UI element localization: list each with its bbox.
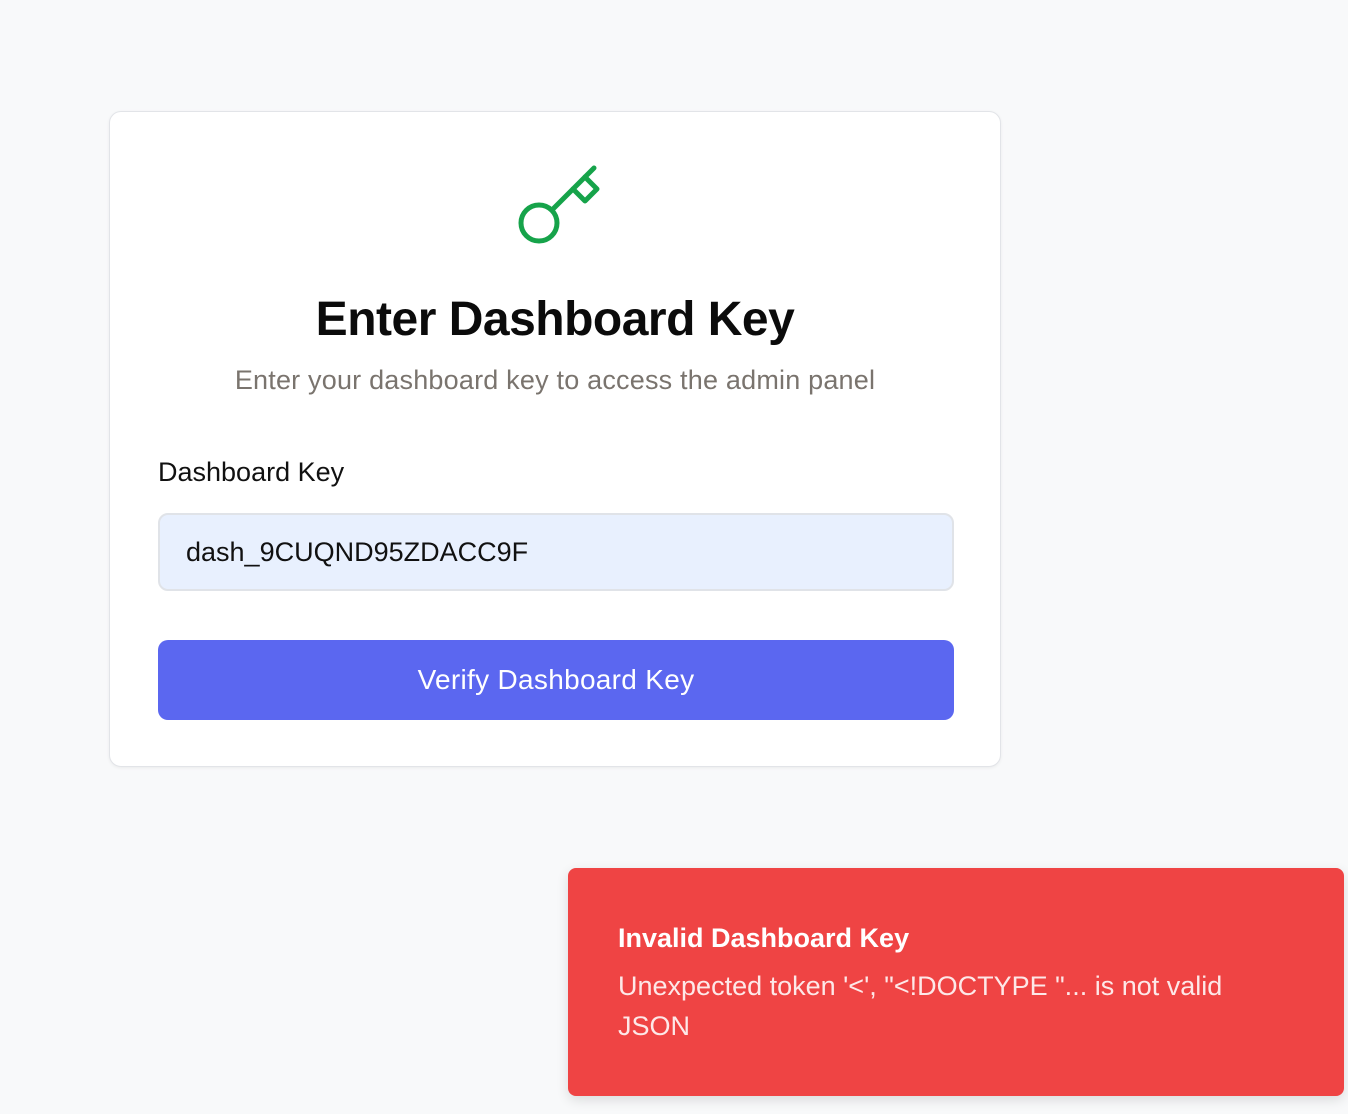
verify-button[interactable]: Verify Dashboard Key — [158, 640, 954, 720]
toast-title: Invalid Dashboard Key — [618, 923, 910, 953]
dashboard-key-input[interactable] — [158, 513, 954, 591]
key-icon — [518, 165, 600, 244]
dashboard-key-label: Dashboard Key — [158, 457, 345, 487]
login-card: Enter Dashboard Key Enter your dashboard… — [109, 111, 1001, 767]
page-subtitle: Enter your dashboard key to access the a… — [234, 365, 876, 395]
error-toast[interactable]: Invalid Dashboard Key Unexpected token '… — [568, 868, 1344, 1096]
toast-message: Unexpected token '<', "<!DOCTYPE "... is… — [618, 971, 1223, 1041]
page-title: Enter Dashboard Key — [315, 293, 795, 346]
